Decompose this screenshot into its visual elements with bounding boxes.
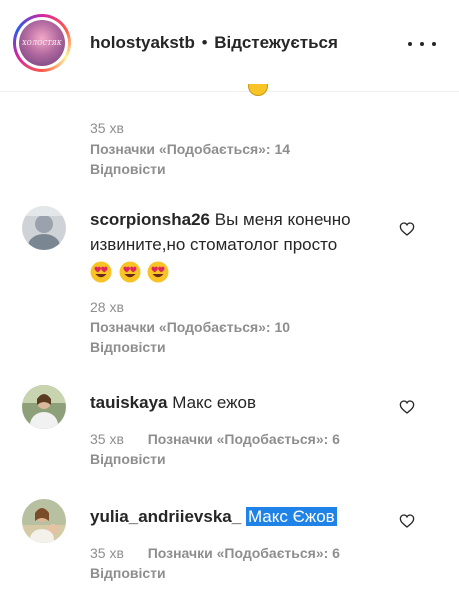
header-separator: • (201, 33, 208, 52)
avatar-image: ХОЛОСТЯК (19, 20, 65, 66)
comment-time: 35 хв (90, 545, 124, 561)
comment-body: scorpionsha26 Вы меня конечно извините,н… (90, 207, 400, 286)
comment-text: Макс ежов (172, 393, 257, 412)
avatar-logo-text: ХОЛОСТЯК (22, 39, 62, 47)
comment-meta: 35 хв (90, 118, 124, 138)
avatar[interactable] (22, 499, 66, 543)
comment-meta: Відповісти (90, 337, 166, 357)
comment-likes[interactable]: Позначки «Подобається»: 6 (148, 545, 340, 561)
heart-eyes-emoji-icon (147, 261, 169, 283)
comment-time: 35 хв (90, 431, 124, 447)
reply-button[interactable]: Відповісти (90, 339, 166, 355)
like-heart-icon[interactable] (399, 399, 415, 415)
comment-meta: Позначки «Подобається»: 10 (90, 317, 290, 337)
emoji-row (90, 261, 400, 286)
comment-body: tauiskaya Макс ежов (90, 390, 390, 415)
comment-meta: 28 хв (90, 297, 124, 317)
comment-meta: 35 хв Позначки «Подобається»: 6 (90, 429, 340, 449)
follow-status-button[interactable]: Відстежується (214, 33, 338, 52)
comment-meta: Відповісти (90, 159, 166, 179)
avatar-image (22, 385, 66, 429)
comment-likes[interactable]: Позначки «Подобається»: 10 (90, 319, 290, 335)
header-title: holostyakstb • Відстежується (90, 33, 338, 53)
like-heart-icon[interactable] (399, 221, 415, 237)
comment-time: 28 хв (90, 299, 124, 315)
comment-username[interactable]: tauiskaya (90, 393, 168, 412)
comment-time: 35 хв (90, 120, 124, 136)
comment-likes[interactable]: Позначки «Подобається»: 14 (90, 141, 290, 157)
avatar-image (22, 206, 66, 250)
comment-text-selected: Макс Єжов (245, 507, 337, 526)
comment-meta: 35 хв Позначки «Подобається»: 6 (90, 543, 340, 563)
reply-button[interactable]: Відповісти (90, 451, 166, 467)
reply-button[interactable]: Відповісти (90, 161, 166, 177)
heart-eyes-emoji-icon (119, 261, 141, 283)
comment-username[interactable]: scorpionsha26 (90, 210, 210, 229)
header-username[interactable]: holostyakstb (90, 33, 195, 52)
more-options-icon[interactable] (408, 38, 436, 50)
comment-username[interactable]: yulia_andriievska_ (90, 507, 241, 526)
profile-avatar[interactable]: ХОЛОСТЯК (13, 14, 71, 72)
heart-eyes-emoji-icon (90, 261, 112, 283)
comment-body: yulia_andriievska_ Макс Єжов (90, 504, 390, 529)
like-heart-icon[interactable] (399, 513, 415, 529)
avatar[interactable] (22, 385, 66, 429)
comment-likes[interactable]: Позначки «Подобається»: 6 (148, 431, 340, 447)
emoji-icon (248, 84, 268, 96)
comment-meta: Відповісти (90, 563, 166, 583)
avatar[interactable] (22, 206, 66, 250)
comment-meta: Відповісти (90, 449, 166, 469)
post-header: ХОЛОСТЯК holostyakstb • Відстежується (0, 0, 459, 92)
avatar-image (22, 499, 66, 543)
comment-meta: Позначки «Подобається»: 14 (90, 139, 290, 159)
reply-button[interactable]: Відповісти (90, 565, 166, 581)
